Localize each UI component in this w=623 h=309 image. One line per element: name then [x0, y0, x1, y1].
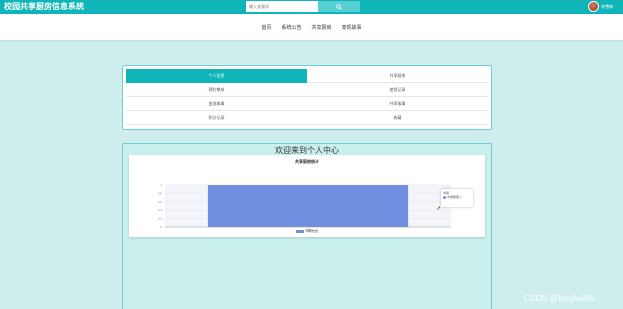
legend-swatch	[295, 229, 304, 233]
tooltip-series-dot	[443, 195, 446, 199]
personal-menu-card: 个人信息 共享厨房 预约审核 使用记录 变现故事 共享故事 积分记录 收藏	[122, 65, 492, 130]
tooltip-value: 1	[460, 195, 462, 199]
tooltip-series-name: 中厨数量	[447, 195, 460, 199]
menu-item-shared-kitchen[interactable]: 共享厨房	[307, 69, 488, 83]
menu-item-profile[interactable]: 个人信息	[126, 69, 307, 83]
y-tick-label: 0.8	[158, 191, 163, 195]
chart-panel: 共享厨房统计 0 0.2 0.4 0.6 0.8 1 中厨 中厨 中厨数量 1 ➚ 中厨数量	[129, 155, 485, 237]
nav-item-home[interactable]: 首页	[259, 24, 273, 31]
personal-menu: 个人信息 共享厨房 预约审核 使用记录 变现故事 共享故事 积分记录 收藏	[126, 69, 488, 125]
mouse-cursor-icon: ➚	[436, 206, 442, 212]
nav-item-shared-kitchen[interactable]: 共享厨房	[310, 24, 334, 31]
user-avatar[interactable]	[588, 1, 599, 12]
top-bar: 校园共享厨房信息系统 李雪梅	[0, 0, 623, 14]
menu-item-booking-review[interactable]: 预约审核	[126, 83, 307, 97]
menu-item-usage-records[interactable]: 使用记录	[307, 83, 488, 97]
menu-item-points-records[interactable]: 积分记录	[126, 111, 307, 125]
menu-item-monetize-stories[interactable]: 变现故事	[126, 97, 307, 111]
bar-chart: 00.20.40.60.81中厨	[158, 183, 451, 232]
menu-item-shared-stories[interactable]: 共享故事	[307, 97, 488, 111]
y-tick-label: 1	[160, 183, 162, 187]
personal-center-card: 欢迎来到个人中心 共享厨房统计 0 0.2 0.4 0.6 0.8 1 中厨 中厨 中厨数量…	[122, 143, 492, 309]
chart-tooltip: 中厨 中厨数量 1	[441, 189, 473, 207]
search-button[interactable]	[318, 1, 360, 12]
menu-item-favorites[interactable]: 收藏	[307, 111, 488, 125]
username[interactable]: 李雪梅	[601, 4, 613, 10]
tooltip-series-row: 中厨数量 1	[443, 195, 471, 199]
y-tick-label: 0.6	[158, 200, 163, 204]
site-brand[interactable]: 校园共享厨房信息系统	[4, 1, 84, 12]
watermark: CSDN @bysjlw985	[524, 294, 596, 303]
search-input[interactable]	[246, 1, 318, 12]
y-tick-label: 0.2	[158, 217, 163, 221]
search-icon	[336, 3, 342, 10]
search-bar	[246, 1, 360, 12]
nav-item-announcements[interactable]: 系统公告	[279, 24, 303, 31]
nav-item-stories[interactable]: 变现故事	[340, 24, 364, 31]
bar	[207, 185, 409, 227]
chart-legend[interactable]: 中厨数量	[129, 229, 485, 233]
legend-label: 中厨数量	[305, 229, 318, 233]
y-tick-label: 0.4	[158, 208, 163, 212]
main-nav: 首页 系统公告 共享厨房 变现故事	[0, 14, 623, 40]
